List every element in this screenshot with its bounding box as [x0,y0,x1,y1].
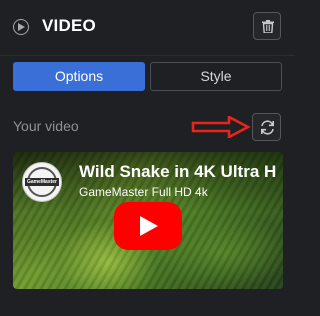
refresh-icon [261,120,274,135]
tab-options[interactable]: Options [13,62,145,91]
panel-title: VIDEO [42,16,96,35]
video-title[interactable]: Wild Snake in 4K Ultra H [79,162,283,182]
youtube-play-icon [140,216,158,236]
channel-avatar[interactable]: GameMaster [22,162,62,202]
refresh-video-button[interactable] [252,113,281,141]
tab-bar: Options Style [13,62,282,91]
red-arrow-icon [191,116,251,138]
video-channel[interactable]: GameMaster Full HD 4k [79,185,208,199]
tab-style[interactable]: Style [150,62,282,91]
trash-icon [262,20,274,33]
your-video-label: Your video [13,118,79,134]
panel-header: VIDEO [0,0,295,55]
youtube-play-button[interactable] [114,202,182,250]
avatar-text: GameMaster [25,178,59,186]
delete-button[interactable] [253,12,281,40]
video-thumbnail[interactable]: GameMaster Wild Snake in 4K Ultra H Game… [13,152,283,289]
play-circle-icon [13,19,29,35]
header-divider [0,55,295,56]
